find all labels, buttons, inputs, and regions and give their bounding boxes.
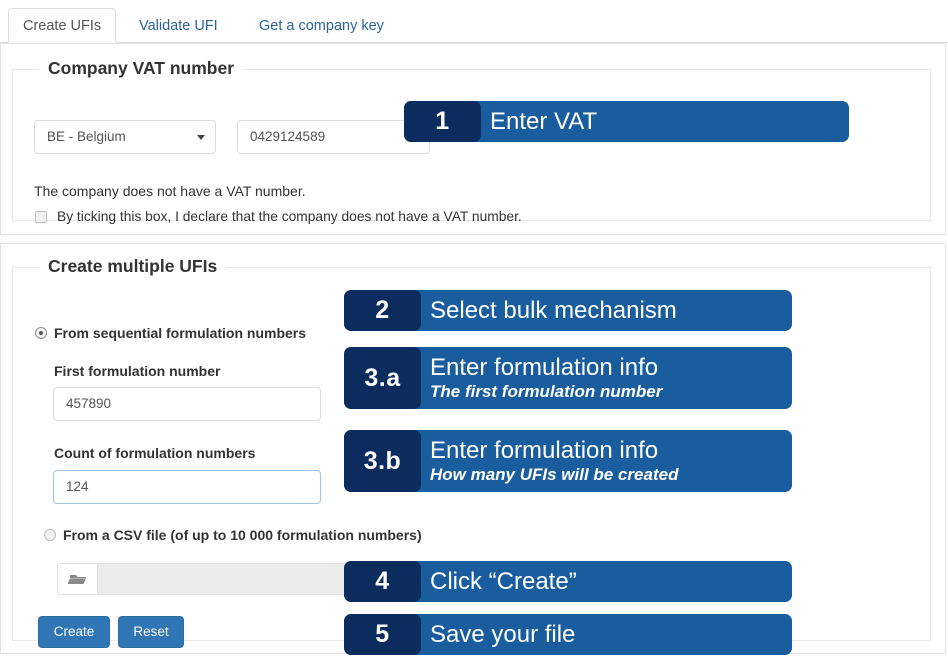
- callout-step-2: 2 Select bulk mechanism: [344, 290, 792, 331]
- bulk-section-title: Create multiple UFIs: [39, 254, 227, 278]
- callout-step-4-number: 4: [344, 561, 421, 602]
- callout-step-3a-title: Enter formulation info: [430, 353, 659, 381]
- callout-step-4: 4 Click “Create”: [344, 561, 792, 602]
- callout-step-3a-body: Enter formulation info The first formula…: [430, 347, 782, 409]
- no-vat-checkbox-label[interactable]: By ticking this box, I declare that the …: [57, 209, 522, 225]
- radio-sequential-label[interactable]: From sequential formulation numbers: [54, 324, 306, 342]
- first-formulation-input[interactable]: 457890: [53, 387, 321, 421]
- browse-file-button[interactable]: [58, 564, 98, 594]
- no-vat-description: The company does not have a VAT number.: [34, 183, 306, 199]
- tab-validate-ufi[interactable]: Validate UFI: [125, 9, 232, 44]
- callout-step-5-title: Save your file: [430, 620, 576, 648]
- radio-sequential[interactable]: [35, 327, 47, 339]
- reset-button[interactable]: Reset: [118, 616, 184, 648]
- callout-step-3a-number: 3.a: [344, 347, 421, 409]
- radio-csv-file[interactable]: [44, 529, 56, 541]
- callout-step-5-body: Save your file: [430, 614, 782, 655]
- callout-step-4-body: Click “Create”: [430, 561, 782, 602]
- count-formulation-label: Count of formulation numbers: [54, 445, 256, 461]
- callout-step-1-title: Enter VAT: [490, 107, 598, 135]
- callout-step-2-number: 2: [344, 290, 421, 331]
- vat-number-input[interactable]: 0429124589: [237, 120, 430, 154]
- no-vat-checkbox[interactable]: [35, 211, 47, 223]
- callout-step-3b-subtitle: How many UFIs will be created: [430, 464, 679, 484]
- country-select[interactable]: BE - Belgium: [34, 120, 216, 154]
- callout-step-3b-title: Enter formulation info: [430, 436, 659, 464]
- create-button[interactable]: Create: [38, 616, 110, 648]
- callout-step-3b-number: 3.b: [344, 430, 421, 492]
- callout-step-5: 5 Save your file: [344, 614, 792, 655]
- callout-step-2-title: Select bulk mechanism: [430, 296, 677, 324]
- tab-bar: Create UFIs Validate UFI Get a company k…: [0, 0, 948, 43]
- callout-step-5-number: 5: [344, 614, 421, 655]
- count-formulation-value: 124: [66, 479, 89, 494]
- vat-fieldset: Company VAT number BE - Belgium 04291245…: [12, 56, 931, 224]
- callout-step-1: 1 Enter VAT: [404, 101, 849, 142]
- callout-step-4-title: Click “Create”: [430, 567, 577, 595]
- vat-section-title: Company VAT number: [39, 56, 244, 80]
- folder-icon: [66, 575, 86, 584]
- first-formulation-label: First formulation number: [54, 363, 221, 379]
- first-formulation-value: 457890: [66, 396, 112, 411]
- callout-step-3a-subtitle: The first formulation number: [430, 381, 663, 401]
- chevron-down-icon: [197, 135, 205, 140]
- callout-step-2-body: Select bulk mechanism: [430, 290, 782, 331]
- callout-step-1-body: Enter VAT: [490, 101, 839, 142]
- callout-step-1-number: 1: [404, 101, 481, 142]
- callout-step-3b: 3.b Enter formulation info How many UFIs…: [344, 430, 792, 492]
- vat-number-value: 0429124589: [250, 129, 326, 144]
- tab-create-ufis[interactable]: Create UFIs: [8, 8, 117, 43]
- radio-csv-file-label[interactable]: From a CSV file (of up to 10 000 formula…: [63, 526, 422, 544]
- callout-step-3a: 3.a Enter formulation info The first for…: [344, 347, 792, 409]
- tab-get-company-key[interactable]: Get a company key: [245, 9, 398, 44]
- count-formulation-input[interactable]: 124: [53, 470, 321, 504]
- callout-step-3b-body: Enter formulation info How many UFIs wil…: [430, 430, 782, 492]
- country-select-value: BE - Belgium: [47, 129, 126, 144]
